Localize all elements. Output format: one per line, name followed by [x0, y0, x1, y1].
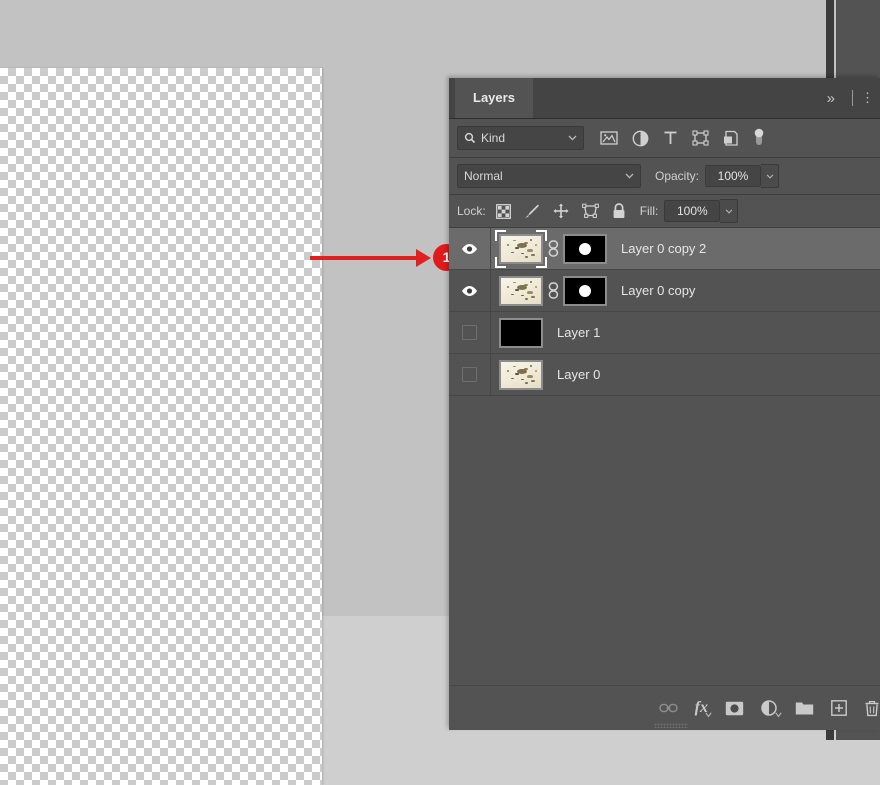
layer-visibility-toggle[interactable] — [449, 228, 491, 269]
delete-layer-button[interactable] — [864, 700, 880, 717]
add-layer-mask-button[interactable] — [725, 701, 744, 716]
layer-thumbnail-wrap — [495, 229, 547, 268]
layer-mask-thumbnail[interactable] — [563, 233, 607, 264]
filter-smart-object-icon[interactable] — [723, 130, 739, 147]
layer-name[interactable]: Layer 1 — [557, 325, 600, 340]
eye-icon — [462, 285, 477, 296]
lock-pixels-icon[interactable] — [524, 203, 540, 219]
lock-artboard-icon[interactable] — [581, 203, 599, 219]
chevron-down-icon — [568, 135, 577, 141]
chevron-down-icon — [775, 711, 782, 717]
layer-filter-row: Kind — [449, 119, 880, 158]
layer-thumbnail-wrap — [499, 317, 543, 348]
layer-visibility-toggle[interactable] — [449, 270, 491, 311]
mask-white-area — [579, 242, 591, 255]
trash-icon — [865, 700, 879, 716]
layer-row[interactable]: Layer 0 copy — [449, 270, 880, 312]
fill-input[interactable]: 100% — [664, 200, 721, 222]
layer-list[interactable]: Layer 0 copy 2 Layer 0 copy Layer 1 Layer 0 — [449, 228, 880, 638]
search-icon — [464, 132, 476, 144]
layer-link-icon — [548, 282, 558, 299]
blend-mode-value: Normal — [464, 169, 503, 183]
blend-mode-select[interactable]: Normal — [457, 164, 641, 188]
document-canvas[interactable] — [0, 68, 322, 785]
chevron-down-icon — [766, 173, 773, 179]
mask-white-area — [579, 284, 591, 297]
layer-name[interactable]: Layer 0 copy 2 — [621, 241, 706, 256]
new-group-button[interactable] — [795, 701, 814, 716]
filter-type-icon[interactable] — [663, 130, 678, 146]
chevron-double-right-icon[interactable]: » — [817, 90, 844, 107]
filter-pixel-icon[interactable] — [600, 130, 618, 146]
layer-style-button[interactable]: fx — [695, 699, 712, 718]
layer-row[interactable]: Layer 1 — [449, 312, 880, 354]
filter-kind-select[interactable]: Kind — [457, 126, 584, 150]
layer-thumbnail[interactable] — [499, 275, 543, 306]
fill-label: Fill: — [639, 204, 659, 218]
chevron-down-icon — [625, 173, 634, 179]
mask-link-toggle[interactable] — [544, 240, 562, 257]
layer-visibility-toggle[interactable] — [449, 354, 491, 395]
layer-visibility-empty-icon — [462, 325, 477, 340]
new-adjustment-layer-button[interactable] — [761, 699, 782, 717]
blend-mode-row: Normal Opacity: 100% — [449, 158, 880, 195]
layer-visibility-toggle[interactable] — [449, 312, 491, 353]
panel-tabbar-controls: » ⋮ — [817, 78, 880, 118]
layer-mask-thumbnail[interactable] — [563, 275, 607, 306]
opacity-label: Opacity: — [655, 169, 700, 183]
lock-position-icon[interactable] — [553, 203, 569, 219]
filter-kind-value: Kind — [481, 131, 506, 145]
panel-tabbar: Layers » ⋮ — [449, 78, 880, 119]
layers-panel-footer: fx — [449, 685, 880, 730]
panel-menu-icon[interactable]: ⋮ — [861, 91, 880, 104]
new-layer-button[interactable] — [831, 700, 847, 716]
panel-resize-grip[interactable] — [653, 723, 688, 728]
layer-row[interactable]: Layer 0 — [449, 354, 880, 396]
link-layers-button[interactable] — [658, 701, 678, 715]
mask-icon — [725, 701, 744, 715]
opacity-stepper[interactable] — [761, 164, 780, 188]
folder-icon — [795, 702, 814, 714]
mask-link-toggle[interactable] — [544, 282, 562, 299]
layer-thumbnail[interactable] — [499, 317, 543, 348]
filter-shape-icon[interactable] — [692, 130, 709, 146]
layer-link-icon — [548, 240, 558, 257]
annotation-callout: 1 — [310, 240, 460, 280]
layer-thumbnail-wrap — [499, 275, 543, 306]
layer-row[interactable]: Layer 0 copy 2 — [449, 228, 880, 270]
right-dock-edge-top — [826, 0, 834, 79]
eye-icon — [462, 243, 477, 254]
layer-type-filters — [600, 128, 765, 148]
lock-row: Lock: Fill: 100% — [449, 195, 880, 228]
layer-thumbnail-wrap — [499, 359, 543, 390]
opacity-input[interactable]: 100% — [705, 165, 762, 187]
new-layer-icon — [831, 700, 847, 716]
lock-label: Lock: — [457, 204, 486, 218]
right-dock-panel-top — [836, 0, 880, 79]
annotation-arrow-head — [416, 249, 431, 267]
chevron-down-icon — [725, 208, 733, 214]
layers-panel: Layers » ⋮ Kind Normal Opacity: 100% Loc… — [449, 78, 880, 730]
chevron-down-icon — [705, 712, 712, 718]
lock-transparency-icon[interactable] — [495, 203, 511, 219]
layer-name[interactable]: Layer 0 — [557, 367, 600, 382]
lock-all-icon[interactable] — [612, 203, 626, 219]
layer-name[interactable]: Layer 0 copy — [621, 283, 695, 298]
lock-buttons — [495, 203, 626, 219]
link-icon — [658, 703, 678, 713]
fill-stepper[interactable] — [720, 199, 739, 223]
filter-adjustment-icon[interactable] — [632, 130, 649, 147]
tabbar-divider — [852, 90, 853, 106]
layer-visibility-empty-icon — [462, 367, 477, 382]
layer-thumbnail[interactable] — [499, 233, 543, 264]
annotation-arrow-line — [310, 256, 420, 260]
layer-thumbnail[interactable] — [499, 359, 543, 390]
filter-toggle-switch[interactable] — [753, 128, 765, 148]
tab-layers[interactable]: Layers — [455, 78, 533, 118]
